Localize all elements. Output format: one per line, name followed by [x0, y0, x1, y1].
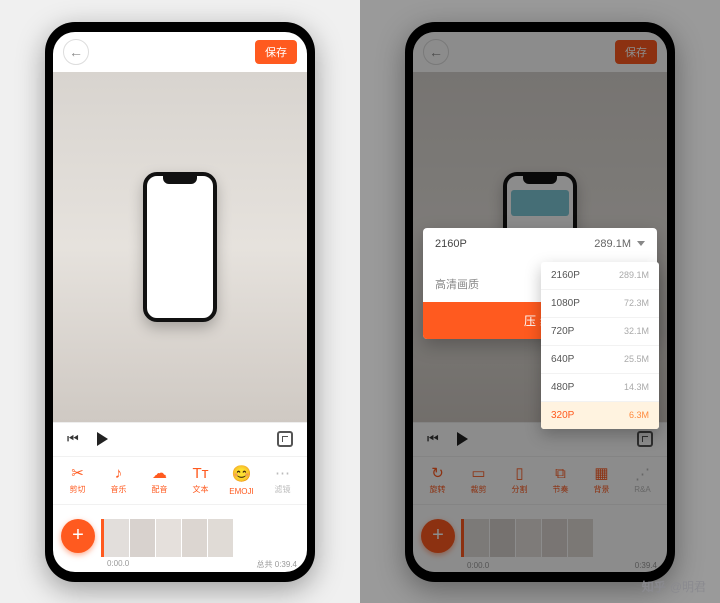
selected-size: 289.1M [594, 238, 631, 250]
option-res: 320P [551, 410, 574, 421]
save-button[interactable]: 保存 [255, 40, 297, 64]
phone-frame-right: ← 保存 ⏮ [405, 22, 675, 582]
back-button[interactable]: ← [63, 39, 89, 65]
right-half: ← 保存 ⏮ [360, 0, 720, 603]
thumb[interactable] [182, 519, 208, 557]
screen-right: ← 保存 ⏮ [413, 32, 667, 572]
option-res: 720P [551, 326, 574, 337]
tool-label: 文本 [193, 484, 209, 495]
tool-label: 音乐 [111, 484, 127, 495]
emoji-icon: 😊 [232, 464, 252, 484]
selected-resolution: 2160P [435, 238, 467, 250]
play-icon[interactable] [97, 432, 108, 446]
thumb[interactable] [156, 519, 182, 557]
left-half: ← 保存 ⏮ [0, 0, 360, 603]
chevron-down-icon [637, 241, 645, 246]
option-res: 640P [551, 354, 574, 365]
phone-frame-left: ← 保存 ⏮ [45, 22, 315, 582]
option-size: 6.3M [629, 410, 649, 420]
thumb[interactable] [208, 519, 234, 557]
watermark-user: @明君 [670, 578, 706, 595]
tool-label: 配音 [152, 484, 168, 495]
plus-icon: + [72, 524, 84, 547]
timeline[interactable]: + 0:00.0 总共 0:39.4 [53, 504, 307, 572]
option-size: 25.5M [624, 354, 649, 364]
back-arrow-icon: ← [69, 44, 83, 60]
prev-frame-icon[interactable]: ⏮ [67, 431, 79, 447]
export-panel-top: 2160P 289.1M [423, 228, 657, 260]
fullscreen-icon[interactable] [277, 431, 293, 447]
option-size: 289.1M [619, 270, 649, 280]
topbar: ← 保存 [53, 32, 307, 72]
timeline-times: 0:00.0 总共 0:39.4 [107, 559, 297, 570]
screen-left: ← 保存 ⏮ [53, 32, 307, 572]
playback-controls: ⏮ [53, 422, 307, 456]
mini-notch [163, 176, 197, 184]
timeline-thumbs[interactable] [101, 519, 234, 557]
scissors-icon: ✂ [71, 466, 84, 481]
more-icon: ⋯ [275, 466, 290, 481]
resolution-option[interactable]: 1080P 72.3M [541, 290, 659, 318]
preview-content-phone [143, 172, 217, 322]
tool-dub[interactable]: ☁ 配音 [141, 461, 178, 500]
add-clip-button[interactable]: + [61, 519, 95, 553]
zhihu-logo-icon: 知乎 [642, 578, 666, 595]
resolution-option[interactable]: 2160P 289.1M [541, 262, 659, 290]
tool-row: ✂ 剪切 ♪ 音乐 ☁ 配音 Tᴛ 文本 [53, 456, 307, 504]
resolution-option[interactable]: 480P 14.3M [541, 374, 659, 402]
zhihu-watermark: 知乎 @明君 [642, 578, 706, 595]
tool-music[interactable]: ♪ 音乐 [100, 461, 137, 500]
option-res: 480P [551, 382, 574, 393]
time-start: 0:00.0 [107, 559, 129, 570]
tool-label: 滤镜 [275, 484, 291, 495]
tool-cut[interactable]: ✂ 剪切 [59, 461, 96, 500]
comparison-stage: ← 保存 ⏮ [0, 0, 720, 603]
tool-label: 剪切 [70, 484, 86, 495]
cloud-icon: ☁ [152, 466, 167, 481]
tool-label: EMOJI [229, 487, 253, 496]
thumb[interactable] [130, 519, 156, 557]
option-res: 1080P [551, 298, 580, 309]
music-icon: ♪ [115, 466, 123, 481]
resolution-option[interactable]: 720P 32.1M [541, 318, 659, 346]
time-end: 总共 0:39.4 [257, 559, 297, 570]
video-preview[interactable] [53, 72, 307, 422]
export-panel: 2160P 289.1M 高清画质 压缩 2160P 289.1M [423, 228, 657, 339]
tool-more[interactable]: ⋯ 滤镜 [264, 461, 301, 500]
resolution-option[interactable]: 320P 6.3M [541, 402, 659, 429]
option-size: 14.3M [624, 382, 649, 392]
thumb[interactable] [104, 519, 130, 557]
resolution-dropdown-toggle[interactable]: 289.1M [594, 238, 645, 250]
tool-text[interactable]: Tᴛ 文本 [182, 461, 219, 500]
tool-emoji[interactable]: 😊 EMOJI [223, 461, 260, 500]
resolution-dropdown: 2160P 289.1M 1080P 72.3M 720P 32.1M 64 [541, 262, 659, 429]
resolution-option[interactable]: 640P 25.5M [541, 346, 659, 374]
option-size: 72.3M [624, 298, 649, 308]
option-size: 32.1M [624, 326, 649, 336]
option-res: 2160P [551, 270, 580, 281]
text-icon: Tᴛ [192, 466, 208, 481]
